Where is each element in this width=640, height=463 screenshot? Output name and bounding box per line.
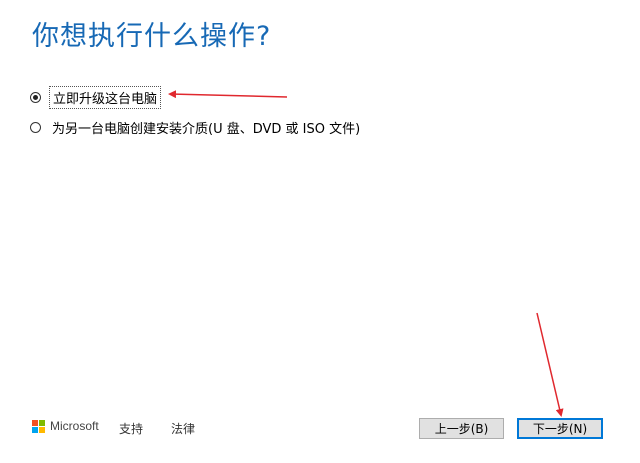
next-button[interactable]: 下一步(N) [517,418,603,439]
option-create-media[interactable]: 为另一台电脑创建安装介质(U 盘、DVD 或 ISO 文件) [30,117,363,138]
page-title: 你想执行什么操作? [32,21,272,52]
option-upgrade-this-pc[interactable]: 立即升级这台电脑 [30,86,162,109]
radio-button-selected[interactable] [30,92,41,103]
microsoft-brand-text: Microsoft [50,419,99,433]
annotation-arrow-to-upgrade-option [168,90,288,99]
annotation-arrows [168,90,564,417]
microsoft-logo-icon [32,419,45,433]
radio-button-unselected[interactable] [30,122,41,133]
media-creation-tool-page: 你想执行什么操作? 立即升级这台电脑 为另一台电脑创建安装介质(U 盘、DVD … [0,0,640,463]
annotation-arrow-to-next-button [536,312,564,417]
option-create-media-label[interactable]: 为另一台电脑创建安装介质(U 盘、DVD 或 ISO 文件) [49,117,363,138]
option-upgrade-label[interactable]: 立即升级这台电脑 [49,86,162,109]
support-link[interactable]: 支持 [119,420,143,437]
back-button[interactable]: 上一步(B) [419,418,504,439]
microsoft-logo: Microsoft [32,419,99,433]
legal-link[interactable]: 法律 [171,420,195,437]
